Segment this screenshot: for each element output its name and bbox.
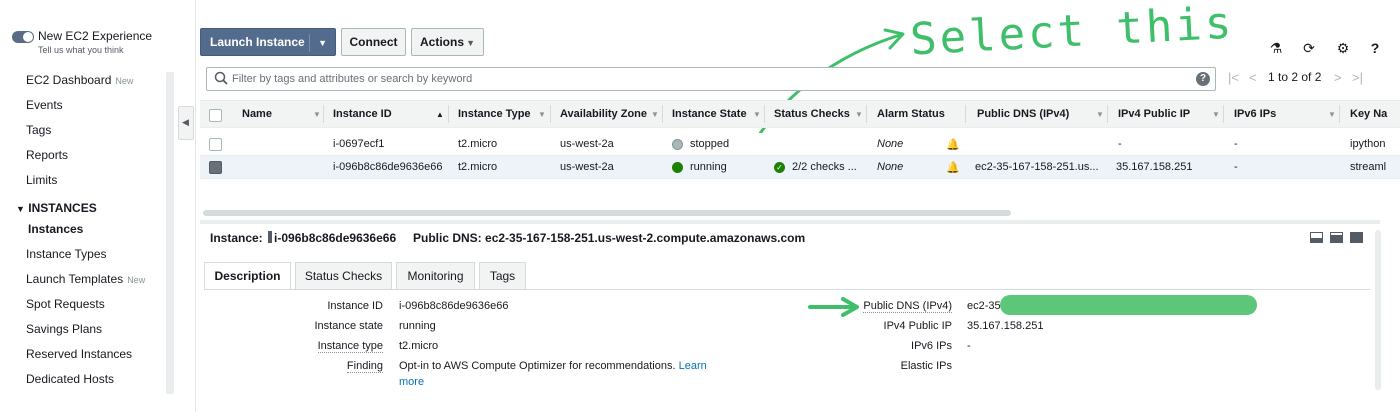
- cell-availability-zone: us-west-2a: [560, 138, 614, 150]
- sort-caret-icon[interactable]: ▼: [651, 110, 659, 119]
- tab-monitoring[interactable]: Monitoring: [396, 262, 475, 289]
- column-header-status-checks[interactable]: Status Checks: [774, 108, 850, 120]
- field-label-instance-id: Instance ID: [327, 300, 383, 312]
- column-header-ipv6-ips[interactable]: IPv6 IPs: [1234, 108, 1276, 120]
- tab-tags[interactable]: Tags: [479, 262, 526, 289]
- cell-instance-id: i-096b8c86de9636e66: [333, 161, 443, 173]
- detail-dns-header: Public DNS: ec2-35-167-158-251.us-west-2…: [413, 231, 805, 245]
- field-value-ipv6-ips: -: [967, 340, 971, 352]
- column-header-instance-state[interactable]: Instance State: [672, 108, 747, 120]
- flask-icon[interactable]: ⚗: [1268, 40, 1284, 56]
- detail-dns-value: ec2-35-167-158-251.us-west-2.compute.ama…: [485, 231, 806, 245]
- filter-search-box[interactable]: ?: [206, 67, 1216, 91]
- pane-layout-half-icon[interactable]: [1330, 232, 1343, 243]
- column-header-ipv4-public-ip[interactable]: IPv4 Public IP: [1118, 108, 1190, 120]
- cell-ipv6-ips: -: [1234, 161, 1238, 173]
- cell-instance-type: t2.micro: [458, 161, 498, 173]
- table-horizontal-scrollbar[interactable]: [203, 210, 1011, 216]
- last-page-icon[interactable]: >|: [1352, 70, 1363, 85]
- tab-divider: [204, 289, 1370, 290]
- column-header-instance-id[interactable]: Instance ID: [333, 108, 392, 120]
- pagination-label: 1 to 2 of 2: [1268, 70, 1322, 84]
- detail-instance-id: i-096b8c86de9636e66: [274, 231, 397, 245]
- prev-page-icon[interactable]: <: [1249, 70, 1257, 85]
- search-help-icon[interactable]: ?: [1196, 72, 1210, 86]
- cell-alarm-status: None: [877, 138, 904, 150]
- detail-scrollbar[interactable]: [1375, 230, 1381, 390]
- stopped-status-icon: [672, 139, 683, 150]
- sort-caret-icon[interactable]: ▼: [753, 110, 761, 119]
- instances-table-header: Name ▼ Instance ID ▲ Instance Type ▼ Ava…: [200, 100, 1400, 128]
- sort-caret-icon[interactable]: ▼: [1328, 110, 1336, 119]
- learn-more-link-continued[interactable]: more: [399, 376, 424, 388]
- help-icon[interactable]: ?: [1367, 40, 1383, 56]
- learn-more-link[interactable]: Learn: [679, 360, 707, 372]
- filter-search-input[interactable]: [232, 71, 1172, 87]
- first-page-icon[interactable]: |<: [1228, 70, 1239, 85]
- cell-ipv4-public-ip: -: [1118, 138, 1122, 150]
- cell-availability-zone: us-west-2a: [560, 161, 614, 173]
- check-passed-icon: ✓: [774, 162, 785, 173]
- cell-instance-type: t2.micro: [458, 138, 498, 150]
- tab-status-checks[interactable]: Status Checks: [295, 262, 392, 289]
- pane-layout-full-icon[interactable]: [1350, 232, 1363, 243]
- gear-icon[interactable]: ⚙: [1335, 40, 1351, 56]
- field-value-public-dns: ec2-35: [967, 300, 1001, 312]
- field-label-finding: Finding: [346, 360, 383, 373]
- column-header-key-name[interactable]: Key Na: [1350, 108, 1387, 120]
- detail-dns-label: Public DNS:: [413, 231, 482, 245]
- column-header-alarm-status[interactable]: Alarm Status: [877, 108, 945, 120]
- annotation-arrows: [738, 28, 905, 317]
- sort-ascending-icon[interactable]: ▲: [436, 110, 444, 119]
- refresh-icon[interactable]: ⟳: [1301, 40, 1317, 56]
- field-label-elastic-ips: Elastic IPs: [900, 360, 952, 372]
- table-row[interactable]: i-096b8c86de9636e66 t2.micro us-west-2a …: [200, 156, 1400, 179]
- field-value-ipv4-public-ip: 35.167.158.251: [967, 320, 1044, 332]
- column-header-availability-zone[interactable]: Availability Zone: [560, 108, 647, 120]
- field-value-finding: Opt-in to AWS Compute Optimizer for reco…: [399, 360, 707, 372]
- next-page-icon[interactable]: >: [1334, 70, 1342, 85]
- cell-instance-state: stopped: [690, 138, 730, 150]
- cell-status-checks: 2/2 checks ...: [792, 161, 857, 173]
- field-label-instance-state: Instance state: [314, 320, 384, 332]
- alarm-bell-icon[interactable]: 🔔: [946, 161, 960, 174]
- sort-caret-icon[interactable]: ▼: [1096, 110, 1104, 119]
- tab-description[interactable]: Description: [204, 262, 291, 290]
- field-label-ipv6-ips: IPv6 IPs: [911, 340, 952, 352]
- field-label-public-dns: Public DNS (IPv4): [863, 300, 952, 313]
- sort-caret-icon[interactable]: ▼: [855, 110, 863, 119]
- cell-key-name: streaml: [1350, 161, 1387, 173]
- cell-instance-id: i-0697ecf1: [333, 138, 385, 150]
- select-all-checkbox[interactable]: [209, 109, 222, 122]
- field-value-instance-id: i-096b8c86de9636e66: [399, 300, 509, 312]
- cell-alarm-status: None: [877, 161, 904, 173]
- cell-public-dns: ec2-35-167-158-251.us...: [975, 161, 1099, 173]
- pane-layout-bottom-icon[interactable]: [1310, 232, 1323, 243]
- running-status-icon: [672, 162, 683, 173]
- sort-caret-icon[interactable]: ▼: [1212, 110, 1220, 119]
- column-header-public-dns[interactable]: Public DNS (IPv4): [977, 108, 1069, 120]
- field-value-instance-state: running: [399, 320, 436, 332]
- field-label-instance-type: Instance type: [317, 340, 383, 353]
- field-value-instance-type: t2.micro: [399, 340, 439, 352]
- detail-instance-header: Instance: i-096b8c86de9636e66: [210, 231, 396, 245]
- detail-instance-label: Instance:: [210, 231, 263, 245]
- row-checkbox[interactable]: [209, 161, 222, 174]
- search-icon: [214, 71, 228, 85]
- cell-ipv4-public-ip: 35.167.158.251: [1116, 161, 1193, 173]
- redaction-highlight: [1000, 295, 1257, 315]
- alarm-bell-icon[interactable]: 🔔: [946, 138, 960, 151]
- field-label-ipv4-public-ip: IPv4 Public IP: [883, 320, 952, 332]
- table-row[interactable]: i-0697ecf1 t2.micro us-west-2a stopped N…: [200, 133, 1400, 156]
- cell-instance-state: running: [690, 161, 727, 173]
- column-header-instance-type[interactable]: Instance Type: [458, 108, 531, 120]
- sort-caret-icon[interactable]: ▼: [313, 110, 321, 119]
- column-header-name[interactable]: Name: [242, 108, 272, 120]
- finding-text: Opt-in to AWS Compute Optimizer for reco…: [399, 360, 676, 372]
- row-checkbox[interactable]: [209, 138, 222, 151]
- cell-ipv6-ips: -: [1234, 138, 1238, 150]
- pane-resize-handle[interactable]: [200, 220, 1380, 224]
- cell-key-name: ipython: [1350, 138, 1386, 150]
- sort-caret-icon[interactable]: ▼: [538, 110, 546, 119]
